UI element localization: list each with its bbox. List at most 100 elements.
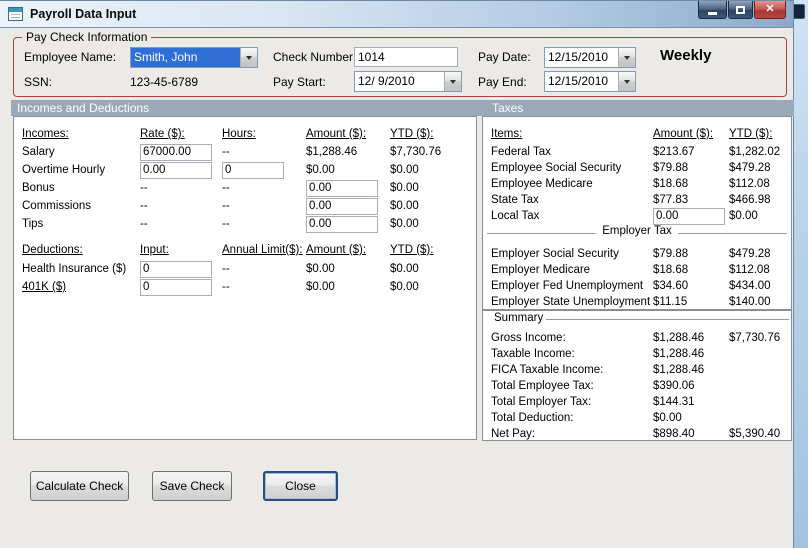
paycheck-group-label: Pay Check Information [22, 30, 152, 44]
cell-ytd: $466.98 [729, 194, 771, 206]
row-label: Taxable Income: [491, 348, 575, 360]
tips-amount-input[interactable] [306, 215, 378, 233]
health-insurance-input[interactable] [140, 260, 212, 278]
annual-limit-col-header: Annual Limit($): [222, 244, 303, 256]
overtime-hours-input[interactable] [222, 161, 284, 179]
income-row-salary: Salary -- $1,288.46 $7,730.76 [22, 143, 474, 161]
401k-input[interactable] [140, 278, 212, 296]
hours-col-header: Hours: [222, 128, 256, 140]
cell-rate: -- [140, 182, 148, 194]
cell-ytd: $1,282.02 [729, 146, 781, 158]
local-tax-input[interactable] [653, 207, 725, 225]
row-label: Tips [22, 218, 44, 230]
employee-name-select[interactable]: Smith, John [130, 47, 258, 68]
ytd-col-header: YTD ($): [390, 128, 434, 140]
deduction-401k-link[interactable]: 401K ($) [22, 281, 140, 293]
summary-row-net-pay: Net Pay: $898.40 $5,390.40 [491, 425, 789, 443]
employer-tax-label: Employer Tax [596, 225, 678, 237]
income-row-tips: Tips -- -- $0.00 [22, 215, 474, 233]
bonus-amount-input[interactable] [306, 179, 378, 197]
row-label: Health Insurance ($) [22, 263, 127, 275]
title-bar[interactable]: Payroll Data Input ✕ [0, 1, 793, 28]
row-label: Employer Fed Unemployment [491, 280, 644, 292]
window-title: Payroll Data Input [30, 7, 137, 21]
calculate-check-button[interactable]: Calculate Check [30, 471, 129, 501]
cell-ytd: $5,390.40 [729, 428, 781, 440]
row-label: Total Deduction: [491, 412, 574, 424]
cell-ytd: $0.00 [390, 263, 419, 275]
row-label: Overtime Hourly [22, 164, 106, 176]
chevron-down-icon[interactable] [618, 72, 635, 91]
employee-name-value: Smith, John [131, 48, 240, 67]
overtime-rate-input[interactable] [140, 161, 212, 179]
chevron-down-icon[interactable] [444, 72, 461, 91]
pay-start-picker[interactable]: 12/ 9/2010 [354, 71, 462, 92]
cell-ytd: $140.00 [729, 296, 771, 308]
cell-ytd: $0.00 [390, 218, 419, 230]
amount-col-header: Amount ($): [653, 128, 714, 140]
cell-ytd: $479.28 [729, 162, 771, 174]
pay-date-label: Pay Date: [478, 50, 531, 64]
cell-amount: $18.68 [653, 264, 689, 276]
incomes-deductions-header: Incomes and Deductions [17, 101, 150, 115]
cell-amount: $898.40 [653, 428, 695, 440]
pay-start-label: Pay Start: [273, 75, 326, 89]
close-dialog-button[interactable]: Close [263, 471, 338, 501]
row-label: State Tax [491, 194, 539, 206]
save-check-button[interactable]: Save Check [152, 471, 232, 501]
cell-amount: $0.00 [653, 412, 682, 424]
row-label: Total Employee Tax: [491, 380, 594, 392]
cell-ytd: $0.00 [390, 200, 419, 212]
pay-start-value: 12/ 9/2010 [358, 74, 415, 88]
cell-amount: $0.00 [306, 164, 335, 176]
salary-rate-input[interactable] [140, 143, 212, 161]
maximize-button[interactable] [728, 1, 753, 19]
input-col-header: Input: [140, 244, 169, 256]
income-row-commissions: Commissions -- -- $0.00 [22, 197, 474, 215]
pay-end-picker[interactable]: 12/15/2010 [544, 71, 636, 92]
cell-ytd: $434.00 [729, 280, 771, 292]
income-row-bonus: Bonus -- -- $0.00 [22, 179, 474, 197]
tax-row-employer-state-unemp: Employer State Unemployment $11.15 $140.… [491, 293, 789, 311]
cell-amount: $18.68 [653, 178, 689, 190]
cell-hours: -- [222, 200, 230, 212]
maximize-icon [736, 5, 745, 14]
taxes-header-row: Items: Amount ($): YTD ($): [491, 125, 789, 143]
cell-hours: -- [222, 182, 230, 194]
cell-limit: -- [222, 263, 230, 275]
pay-date-picker[interactable]: 12/15/2010 [544, 47, 636, 68]
cell-limit: -- [222, 281, 230, 293]
check-number-input[interactable] [354, 47, 458, 67]
ssn-value: 123-45-6789 [130, 75, 199, 89]
pay-date-value: 12/15/2010 [548, 50, 609, 64]
incomes-col-header: Incomes: [22, 128, 69, 140]
cell-amount: $79.88 [653, 248, 689, 260]
cell-ytd: $0.00 [390, 164, 419, 176]
cell-hours: -- [222, 218, 230, 230]
incomes-header-row: Incomes: Rate ($): Hours: Amount ($): YT… [22, 125, 474, 143]
taxes-header: Taxes [492, 101, 524, 115]
ssn-label: SSN: [24, 75, 53, 89]
amount-col-header: Amount ($): [306, 244, 367, 256]
minimize-button[interactable] [698, 1, 727, 19]
cell-amount: $1,288.46 [653, 332, 705, 344]
ytd-col-header: YTD ($): [390, 244, 434, 256]
summary-panel: Summary Gross Income: $1,288.46 $7,730.7… [482, 310, 792, 441]
close-button[interactable]: ✕ [754, 1, 786, 19]
taxes-panel: Items: Amount ($): YTD ($): Federal Tax … [482, 116, 792, 310]
check-number-label: Check Number: [273, 50, 357, 64]
row-label: Employer Medicare [491, 264, 591, 276]
app-icon [8, 7, 23, 21]
pay-frequency-label: Weekly [660, 47, 712, 64]
cell-amount: $144.31 [653, 396, 695, 408]
chevron-down-icon[interactable] [618, 48, 635, 67]
commissions-amount-input[interactable] [306, 197, 378, 215]
cell-amount: $1,288.46 [653, 364, 705, 376]
employee-name-label: Employee Name: [24, 50, 117, 64]
cell-amount: $213.67 [653, 146, 695, 158]
row-label: Employee Medicare [491, 178, 593, 190]
close-icon: ✕ [765, 3, 775, 15]
chevron-down-icon[interactable] [240, 48, 257, 67]
row-label: Employer State Unemployment [491, 296, 651, 308]
tax-row-local: Local Tax $0.00 [491, 207, 789, 225]
